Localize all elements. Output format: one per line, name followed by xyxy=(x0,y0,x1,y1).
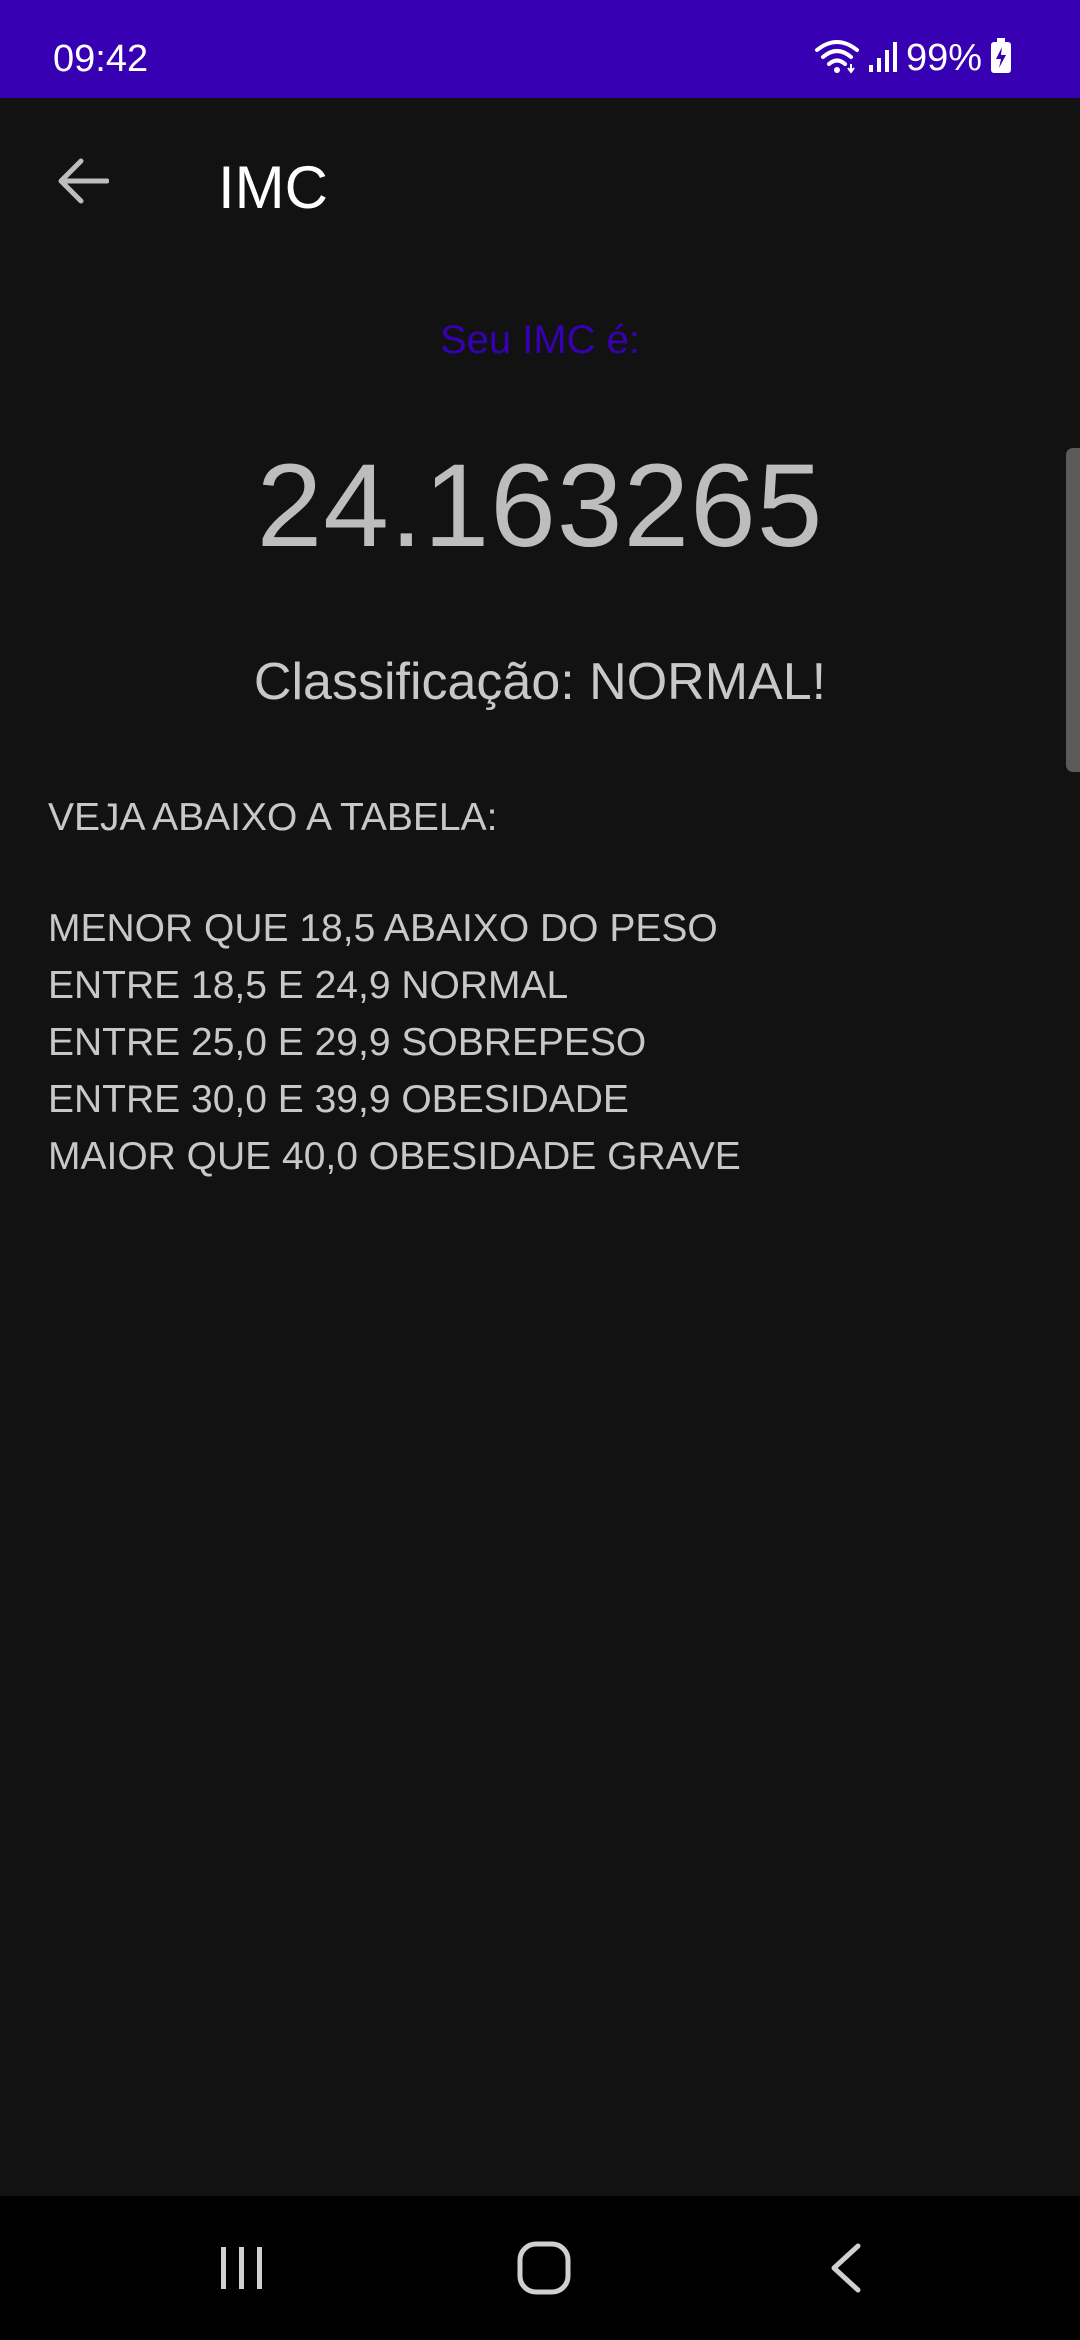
classification-text: Classificação: NORMAL! xyxy=(253,653,827,711)
bmi-table: MENOR QUE 18,5 ABAIXO DO PESO ENTRE 18,5… xyxy=(48,900,741,1185)
table-row: ENTRE 18,5 E 24,9 NORMAL xyxy=(48,964,569,1007)
status-time: 09:42 xyxy=(53,38,149,80)
imc-label: Seu IMC é: xyxy=(439,318,641,362)
battery-percentage: 99% xyxy=(905,36,982,79)
table-heading: VEJA ABAIXO A TABELA: xyxy=(48,796,498,839)
battery-charging-icon xyxy=(990,37,1012,79)
table-row: MENOR QUE 18,5 ABAIXO DO PESO xyxy=(48,907,718,950)
status-bar: 09:42 99% xyxy=(0,0,1080,98)
status-icons: 99% xyxy=(814,36,1012,80)
page-title: IMC xyxy=(218,154,328,221)
table-row: ENTRE 30,0 E 39,9 OBESIDADE xyxy=(48,1078,629,1121)
imc-value: 24.163265 xyxy=(256,440,824,572)
arrow-back-icon[interactable] xyxy=(52,150,114,212)
signal-icon xyxy=(868,39,898,78)
back-icon[interactable] xyxy=(810,2232,882,2304)
scrollbar[interactable] xyxy=(1066,448,1080,772)
recents-icon[interactable] xyxy=(206,2232,278,2304)
table-row: ENTRE 25,0 E 29,9 SOBREPESO xyxy=(48,1021,647,1064)
app-bar: IMC xyxy=(0,98,1080,268)
wifi-icon xyxy=(814,38,860,79)
navigation-bar xyxy=(0,2196,1080,2340)
table-row: MAIOR QUE 40,0 OBESIDADE GRAVE xyxy=(48,1135,741,1178)
home-icon[interactable] xyxy=(508,2232,580,2304)
screen: 09:42 99% IMC Seu IMC é: 24.163265 Class… xyxy=(0,0,1080,2340)
